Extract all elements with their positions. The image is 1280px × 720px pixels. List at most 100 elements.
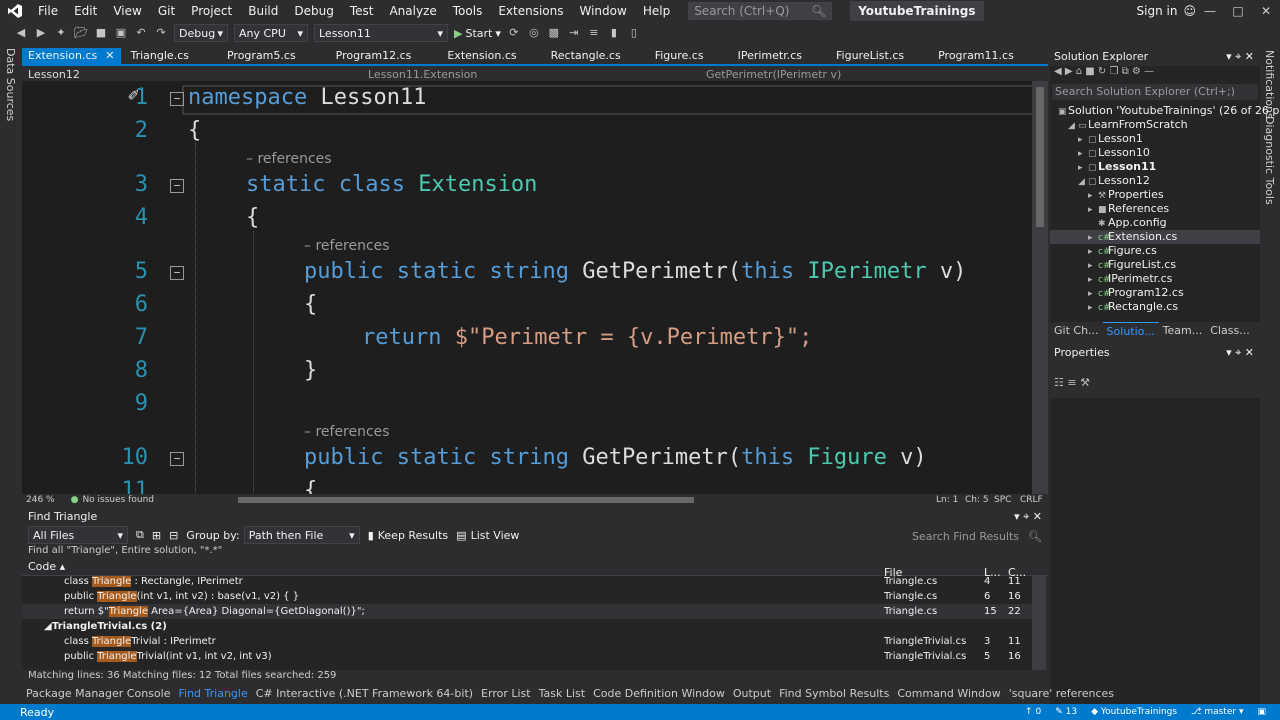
result-row[interactable]: class TriangleTrivial : IPerimetr Triang…: [22, 634, 1032, 649]
tab-team-explorer[interactable]: Team...: [1159, 322, 1207, 342]
tree-item-properties[interactable]: ▸ ⚒ Properties: [1050, 188, 1260, 202]
codelens-references[interactable]: – references: [304, 424, 390, 440]
tree-item-file[interactable]: ✱ App.config: [1050, 216, 1260, 230]
tab-csharp-interactive[interactable]: C# Interactive (.NET Framework 64-bit): [252, 687, 477, 700]
group-by-select[interactable]: Path then File ▾: [243, 526, 360, 544]
list-view-toggle[interactable]: List View: [471, 529, 520, 542]
tab-find-symbol-results[interactable]: Find Symbol Results: [775, 687, 893, 700]
tab-code-definition[interactable]: Code Definition Window: [589, 687, 729, 700]
maximize-button[interactable]: □: [1224, 0, 1252, 22]
menu-tools[interactable]: Tools: [445, 0, 491, 22]
menu-file[interactable]: File: [30, 0, 66, 22]
errors-indicator[interactable]: ↑ 0: [1025, 707, 1041, 717]
menu-test[interactable]: Test: [342, 0, 382, 22]
start-button[interactable]: ▶ Start ▾: [454, 27, 501, 40]
collapse-class-icon[interactable]: −: [170, 179, 184, 193]
column-header-code[interactable]: Code ▴: [28, 558, 65, 576]
commits-indicator[interactable]: ✎ 13: [1055, 707, 1077, 717]
tree-item-startup-project[interactable]: ▸ ▢Lesson11: [1050, 160, 1260, 174]
result-row[interactable]: class Triangle : Rectangle, IPerimetr Tr…: [22, 576, 1032, 589]
scope-select[interactable]: All Files ▾: [28, 526, 128, 544]
data-sources-tab[interactable]: Data Sources: [4, 48, 17, 121]
undo-icon[interactable]: ↶: [134, 26, 148, 40]
repo-indicator[interactable]: ◆ YoutubeTrainings: [1091, 707, 1177, 717]
tab-class-view[interactable]: Class...: [1206, 322, 1253, 342]
tab-square-references[interactable]: 'square' references: [1005, 687, 1118, 700]
scrollbar-thumb[interactable]: [1036, 87, 1044, 227]
tab-output[interactable]: Output: [729, 687, 775, 700]
search-input[interactable]: Search (Ctrl+Q) 🔍︎: [688, 2, 833, 20]
menu-help[interactable]: Help: [635, 0, 678, 22]
editor-tab[interactable]: Program12.cs: [330, 48, 418, 64]
visual-studio-logo-icon[interactable]: [0, 0, 30, 22]
open-file-icon[interactable]: 📂︎: [74, 26, 88, 40]
browser-link-icon[interactable]: ◎: [527, 26, 541, 40]
branch-indicator[interactable]: ⎇ master ▾: [1191, 707, 1243, 717]
result-group[interactable]: ◢ TriangleTrivial.cs (2): [22, 619, 1032, 634]
save-icon[interactable]: ■: [94, 26, 108, 40]
result-row[interactable]: public TriangleTrivial(int v1, int v2, i…: [22, 649, 1032, 664]
keep-results-toggle[interactable]: Keep Results: [378, 529, 448, 542]
startup-project-select[interactable]: Lesson11 ▾: [314, 24, 448, 42]
tab-package-manager-console[interactable]: Package Manager Console: [22, 687, 174, 700]
tab-error-list[interactable]: Error List: [477, 687, 535, 700]
copy-icon[interactable]: ⧉: [136, 528, 144, 542]
bookmark-prev-icon[interactable]: ▯: [627, 26, 641, 40]
step-icon[interactable]: ⇥: [567, 26, 581, 40]
find-results-scrollbar[interactable]: [1032, 576, 1046, 670]
signin-link[interactable]: Sign in ☺: [1137, 0, 1196, 22]
tab-find-triangle[interactable]: Find Triangle: [174, 687, 251, 700]
menu-edit[interactable]: Edit: [66, 0, 105, 22]
alphabetical-icon[interactable]: ≡: [1067, 376, 1076, 389]
tree-item-file[interactable]: ▸ c#Figure.cs: [1050, 244, 1260, 258]
categorized-icon[interactable]: ☷: [1054, 376, 1064, 389]
tree-item-project[interactable]: ▸ ▢Lesson10: [1050, 146, 1260, 160]
close-icon[interactable]: ✕: [105, 49, 114, 62]
member-dropdown[interactable]: GetPerimetr(IPerimetr v): [700, 68, 841, 81]
editor-tab[interactable]: Triangle.cs: [125, 48, 195, 64]
panel-controls[interactable]: ▾ ⌖ ✕: [1226, 344, 1260, 362]
menu-view[interactable]: View: [105, 0, 149, 22]
issues-status[interactable]: No issues found: [82, 495, 154, 505]
menu-window[interactable]: Window: [572, 0, 635, 22]
project-dropdown[interactable]: Lesson12: [22, 68, 362, 81]
configuration-select[interactable]: Debug ▾: [174, 24, 228, 42]
editor-tab[interactable]: Program5.cs: [221, 48, 302, 64]
panel-controls[interactable]: ▾ ⌖ ✕: [1226, 48, 1260, 66]
editor-tab[interactable]: FigureList.cs: [830, 48, 910, 64]
collapse-all-icon[interactable]: ⊟: [169, 529, 178, 542]
forward-icon[interactable]: ▶: [34, 26, 48, 40]
diagnostic-tools-tab[interactable]: Diagnostic Tools: [1263, 116, 1276, 205]
editor-tab[interactable]: IPerimetr.cs: [732, 48, 808, 64]
editor-tab-active[interactable]: Extension.cs ✕: [22, 48, 121, 64]
horizontal-scrollbar-thumb[interactable]: [238, 497, 694, 503]
class-dropdown[interactable]: Lesson11.Extension: [362, 68, 700, 81]
tab-command-window[interactable]: Command Window: [893, 687, 1004, 700]
bookmark-icon[interactable]: ▮: [607, 26, 621, 40]
codelens-references[interactable]: – references: [304, 238, 390, 254]
editor-tab[interactable]: Extension.cs: [441, 48, 522, 64]
menu-debug[interactable]: Debug: [286, 0, 341, 22]
tab-solution-explorer[interactable]: Solutio...: [1102, 322, 1159, 342]
new-project-icon[interactable]: ✦: [54, 26, 68, 40]
tree-item-file[interactable]: ▸ c#IPerimetr.cs: [1050, 272, 1260, 286]
tab-git-changes[interactable]: Git Ch...: [1050, 322, 1103, 342]
tree-item-references[interactable]: ▸ ■References: [1050, 202, 1260, 216]
tree-item-file[interactable]: ▸ c#FigureList.cs: [1050, 258, 1260, 272]
comment-icon[interactable]: ≡: [587, 26, 601, 40]
tree-item-file[interactable]: ▸ c#Extension.cs: [1050, 230, 1260, 244]
tree-item-project[interactable]: ◢ ▢Lesson12: [1050, 174, 1260, 188]
save-all-icon[interactable]: ▣: [114, 26, 128, 40]
minimize-button[interactable]: —: [1196, 0, 1224, 22]
brush-icon[interactable]: ✐: [128, 85, 139, 106]
collapse-namespace-icon[interactable]: −: [170, 92, 184, 106]
editor-tab[interactable]: Figure.cs: [649, 48, 710, 64]
back-icon[interactable]: ◀: [14, 26, 28, 40]
close-window-button[interactable]: ✕: [1252, 0, 1280, 22]
tree-item-solution[interactable]: ▣Solution 'YoutubeTrainings' (26 of 26 p: [1050, 104, 1279, 118]
codelens-references[interactable]: – references: [246, 151, 332, 167]
panel-controls[interactable]: ▾ ⌖ ✕: [1014, 508, 1048, 526]
editor-tab[interactable]: Program11.cs: [932, 48, 1020, 64]
menu-project[interactable]: Project: [183, 0, 240, 22]
result-row[interactable]: public Triangle(int v1, int v2) : base(v…: [22, 589, 1032, 604]
